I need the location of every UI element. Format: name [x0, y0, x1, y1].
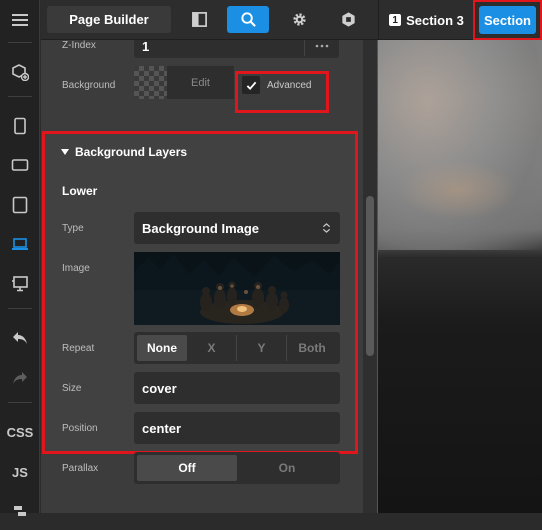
- size-input[interactable]: cover: [134, 372, 340, 404]
- toolbar-divider: [8, 42, 32, 43]
- tablet-view-icon[interactable]: [0, 187, 40, 223]
- size-value: cover: [142, 380, 177, 396]
- position-value: center: [142, 420, 182, 436]
- css-editor-button[interactable]: CSS: [0, 414, 40, 450]
- type-select[interactable]: Background Image: [134, 212, 340, 244]
- type-label: Type: [62, 223, 84, 234]
- parallax-toggle: Off On: [134, 452, 340, 484]
- background-image-preview[interactable]: [134, 252, 340, 325]
- position-input[interactable]: center: [134, 412, 340, 444]
- add-element-icon[interactable]: [0, 54, 40, 90]
- section-3-label: Section 3: [406, 12, 464, 28]
- js-editor-button[interactable]: JS: [0, 454, 40, 490]
- mobile-landscape-view-icon[interactable]: [0, 147, 40, 183]
- section-button[interactable]: Section: [479, 6, 536, 34]
- laptop-view-icon[interactable]: [0, 226, 40, 262]
- background-label: Background: [62, 80, 116, 91]
- checkmark-icon: [246, 81, 256, 90]
- advanced-checkbox[interactable]: [242, 76, 260, 94]
- structure-icon[interactable]: [0, 494, 40, 530]
- page-preview[interactable]: [377, 40, 542, 513]
- mobile-view-icon[interactable]: [0, 108, 40, 144]
- undo-icon[interactable]: [0, 320, 40, 356]
- advanced-label: Advanced: [267, 80, 312, 91]
- section-button-highlight: Section: [473, 0, 542, 40]
- type-value: Background Image: [142, 220, 260, 236]
- top-bar: Page Builder 1 Section 3 Section: [41, 0, 542, 40]
- toolbar-divider: [8, 402, 32, 403]
- repeat-option-x[interactable]: X: [187, 335, 237, 361]
- js-label: JS: [12, 464, 28, 480]
- caret-down-icon: [61, 149, 69, 155]
- campfire-image: [134, 252, 340, 325]
- toolbar-divider: [8, 96, 32, 97]
- section-3-tab[interactable]: 1 Section 3: [378, 0, 474, 40]
- repeat-option-both[interactable]: Both: [287, 335, 337, 361]
- toggle-sidebar-icon[interactable]: [178, 6, 220, 33]
- panel-scrollbar[interactable]: [363, 40, 377, 513]
- layer-name: Lower: [62, 184, 98, 198]
- parallax-option-off[interactable]: Off: [137, 455, 237, 481]
- page-builder-button[interactable]: Page Builder: [47, 6, 171, 33]
- image-label: Image: [62, 263, 90, 274]
- repeat-option-y[interactable]: Y: [237, 335, 287, 361]
- background-layers-title: Background Layers: [75, 145, 188, 159]
- gear-icon[interactable]: [278, 6, 320, 33]
- z-index-label: Z-Index: [62, 40, 96, 51]
- desktop-view-icon[interactable]: [0, 266, 40, 302]
- css-label: CSS: [6, 424, 34, 440]
- redo-icon[interactable]: [0, 360, 40, 396]
- repeat-option-none[interactable]: None: [137, 335, 187, 361]
- toolbar-divider: [8, 308, 32, 309]
- ellipsis-icon[interactable]: [304, 40, 339, 56]
- search-icon[interactable]: [227, 6, 269, 33]
- background-swatch[interactable]: [134, 66, 167, 99]
- repeat-segmented-control: None X Y Both: [134, 332, 340, 364]
- parallax-label: Parallax: [62, 463, 99, 474]
- parallax-option-on[interactable]: On: [237, 455, 337, 481]
- preview-image-glow: [398, 160, 518, 220]
- repeat-label: Repeat: [62, 343, 95, 354]
- background-layers-header[interactable]: Background Layers: [61, 145, 187, 159]
- panel-scrollbar-thumb[interactable]: [366, 196, 374, 356]
- size-label: Size: [62, 383, 82, 394]
- section-3-badge: 1: [389, 14, 402, 26]
- settings-panel: Z-Index 1 Background Edit Advanced Backg…: [41, 40, 377, 513]
- position-label: Position: [62, 423, 98, 434]
- menu-icon[interactable]: [0, 2, 40, 38]
- z-index-value: 1: [142, 40, 150, 54]
- select-arrows-icon: [322, 223, 331, 233]
- left-toolbar: CSS JS: [0, 0, 40, 516]
- plugin-icon[interactable]: [327, 6, 369, 33]
- background-edit-button[interactable]: Edit: [167, 66, 234, 99]
